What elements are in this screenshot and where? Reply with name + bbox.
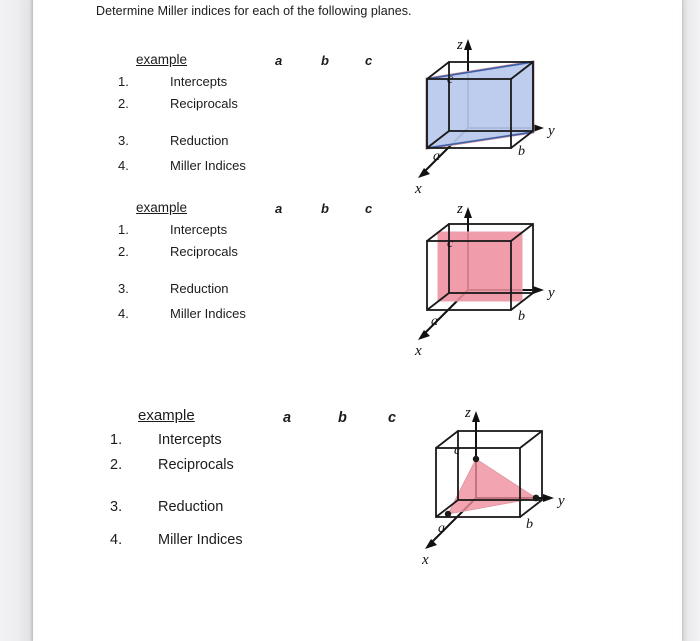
cube-diagram-1-svg: y x z a b c <box>414 37 555 193</box>
intercept-dot-b <box>532 494 540 502</box>
step-label-miller-indices: Miller Indices <box>158 532 243 548</box>
intercept-dot-a <box>444 510 452 518</box>
cube-diagram-2-svg: y x z a b c <box>414 201 555 355</box>
column-header-a: a <box>275 201 283 216</box>
axis-label-x: x <box>414 343 422 355</box>
axis-label-z: z <box>456 37 463 53</box>
cube-edge-tr <box>519 430 543 449</box>
example-label-3: example <box>138 407 195 424</box>
x-axis-arrowhead <box>425 539 437 549</box>
cube-diagram-3-svg: y x z a b c <box>421 405 565 565</box>
page-root: Determine Miller indices for each of the… <box>0 0 700 641</box>
step-number-2: 2. <box>110 457 123 473</box>
step-label-reciprocals: Reciprocals <box>170 96 238 111</box>
z-axis-arrowhead <box>472 411 480 422</box>
step-number-4: 4. <box>118 158 129 173</box>
column-header-b: b <box>338 410 347 426</box>
y-axis-arrowhead <box>533 124 544 132</box>
axis-label-y: y <box>556 493 565 509</box>
axis-label-x: x <box>414 181 422 193</box>
y-axis-arrowhead <box>533 286 544 294</box>
step-label-reciprocals: Reciprocals <box>170 244 238 259</box>
column-header-b: b <box>321 201 329 216</box>
vertex-label-c: c <box>447 236 454 251</box>
x-axis-arrowhead <box>418 330 430 340</box>
page-left-edge-shadow <box>0 0 33 641</box>
step-number-2: 2. <box>118 244 129 259</box>
step-label-intercepts: Intercepts <box>158 432 222 448</box>
vertex-label-a: a <box>438 521 445 536</box>
cube-figure-2: y x z a b c <box>405 195 605 355</box>
step-number-4: 4. <box>118 306 129 321</box>
page-right-edge-shadow <box>682 0 700 641</box>
column-header-a: a <box>275 53 283 68</box>
example-label-1: example <box>136 52 188 67</box>
page-title: Determine Miller indices for each of the… <box>96 4 412 18</box>
vertex-label-a: a <box>431 314 438 329</box>
column-header-c: c <box>365 53 373 68</box>
step-label-reduction: Reduction <box>170 133 229 148</box>
step-label-miller-indices: Miller Indices <box>170 158 246 173</box>
cube-figure-3: y x z a b c <box>408 395 608 565</box>
step-label-intercepts: Intercepts <box>170 222 228 237</box>
page-right-edge-line <box>680 0 682 641</box>
column-header-c: c <box>365 201 373 216</box>
cube-edge-br <box>519 499 543 518</box>
step-label-reciprocals: Reciprocals <box>158 457 234 473</box>
page-left-edge-line <box>33 0 35 641</box>
vertex-label-b: b <box>518 309 525 324</box>
vertex-label-b: b <box>526 517 533 532</box>
vertex-label-c: c <box>454 443 461 458</box>
step-number-1: 1. <box>110 432 123 448</box>
axis-label-x: x <box>421 552 429 565</box>
step-number-1: 1. <box>118 222 129 237</box>
column-header-a: a <box>283 410 292 426</box>
step-label-reduction: Reduction <box>170 281 229 296</box>
axis-label-y: y <box>546 123 555 139</box>
intercept-dot-c <box>472 455 480 463</box>
example-label-2: example <box>136 200 188 215</box>
step-number-3: 3. <box>110 499 123 515</box>
axis-label-z: z <box>464 405 471 421</box>
step-number-2: 2. <box>118 96 129 111</box>
z-axis-arrowhead <box>464 207 472 218</box>
step-number-1: 1. <box>118 74 129 89</box>
step-label-intercepts: Intercepts <box>170 74 228 89</box>
step-label-miller-indices: Miller Indices <box>170 306 246 321</box>
vertex-label-a: a <box>433 149 440 164</box>
miller-plane-pink-triangle <box>447 458 538 515</box>
y-axis-arrowhead <box>543 494 554 502</box>
cube-figure-1: y x z a b c <box>405 33 605 193</box>
column-header-b: b <box>321 53 329 68</box>
step-number-3: 3. <box>118 133 129 148</box>
z-axis-arrowhead <box>464 39 472 50</box>
axis-label-z: z <box>456 201 463 217</box>
column-header-c: c <box>388 410 397 426</box>
step-number-3: 3. <box>118 281 129 296</box>
step-number-4: 4. <box>110 532 123 548</box>
axis-label-y: y <box>546 285 555 301</box>
x-axis-arrowhead <box>418 168 430 178</box>
step-label-reduction: Reduction <box>158 499 224 515</box>
vertex-label-b: b <box>518 144 525 159</box>
vertex-label-c: c <box>447 72 454 87</box>
